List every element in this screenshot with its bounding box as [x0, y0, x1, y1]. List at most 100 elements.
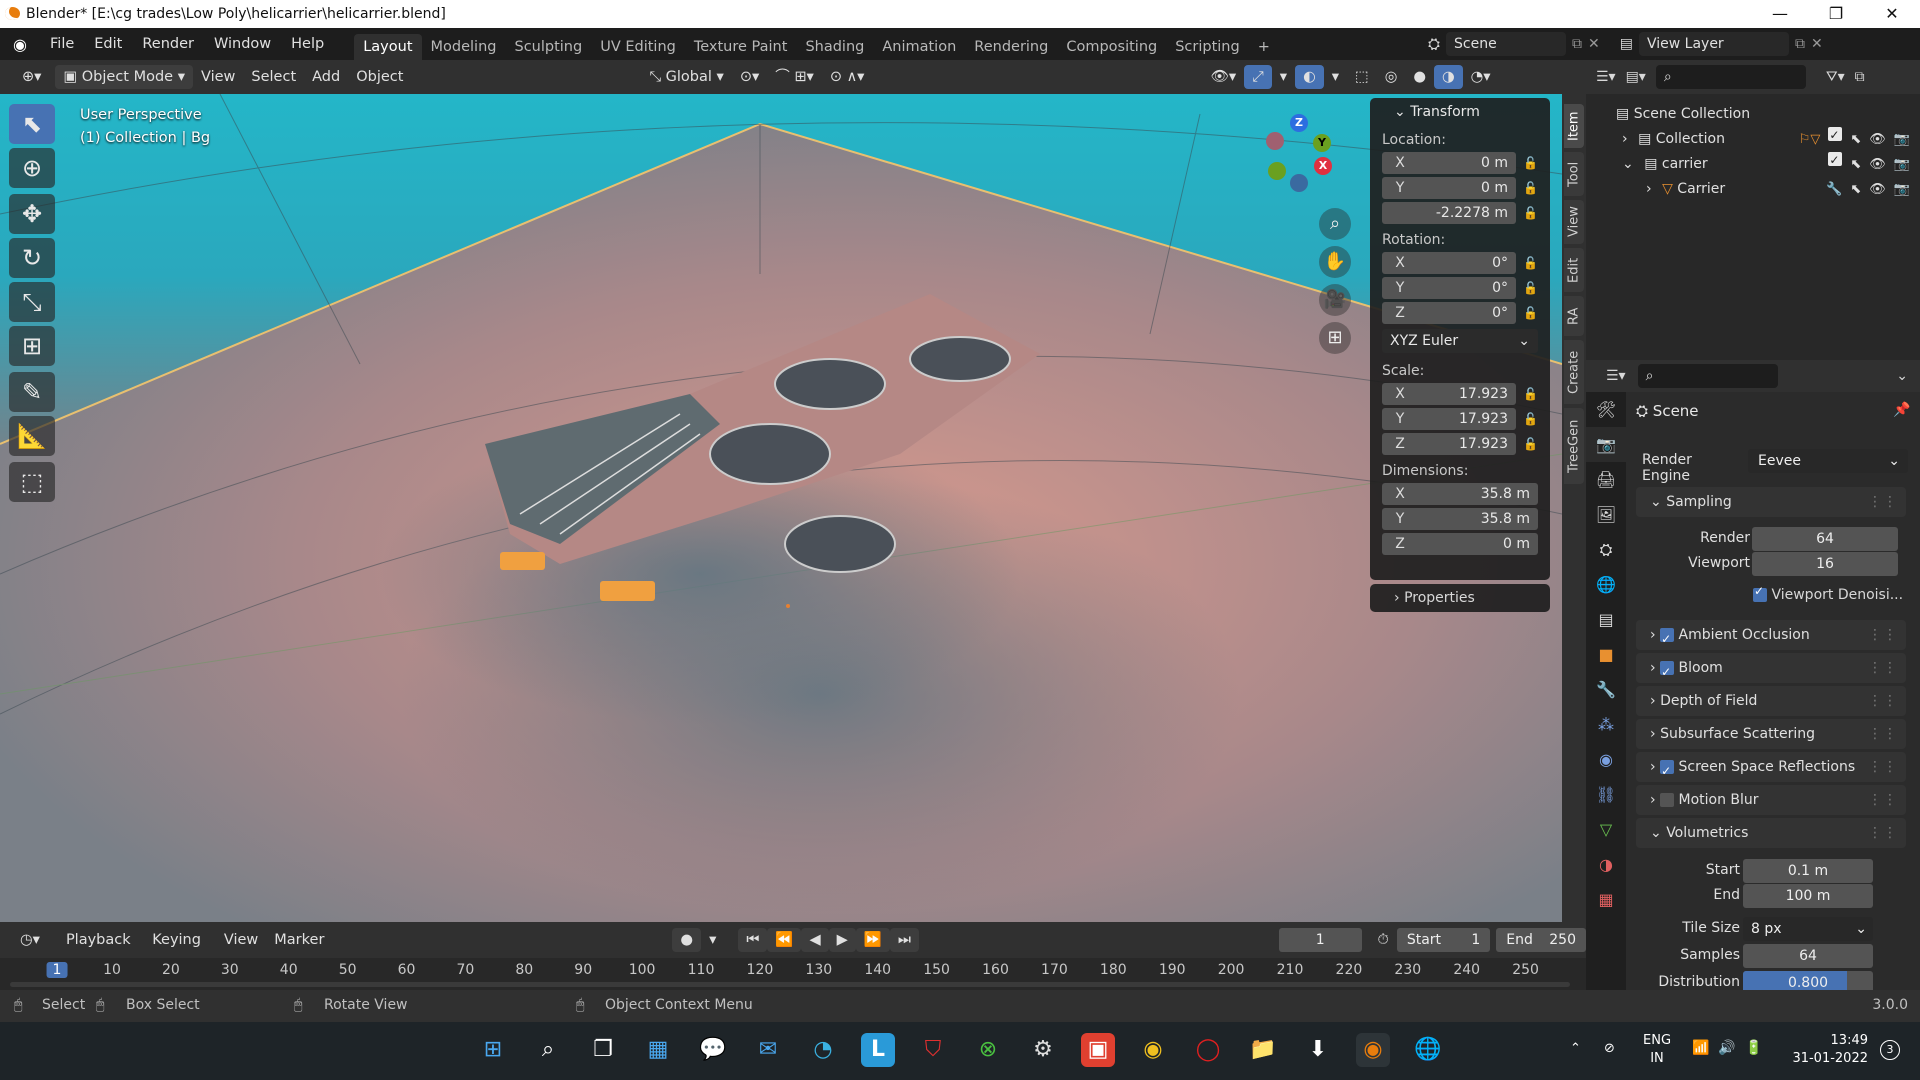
scale-y-field[interactable]: Y 17.923: [1382, 408, 1516, 430]
cursor-tool[interactable]: ⊕: [9, 148, 55, 188]
gizmo-neg-y[interactable]: [1268, 162, 1286, 180]
pivot-icon[interactable]: ⊙▾: [732, 65, 767, 89]
tab-rendering[interactable]: Rendering: [965, 34, 1057, 60]
timer-icon[interactable]: ⏱: [1370, 928, 1397, 952]
downloads-app-icon[interactable]: ⬇: [1301, 1033, 1335, 1067]
search-icon[interactable]: ⌕: [531, 1033, 565, 1067]
tool-tab-icon[interactable]: 🛠: [1586, 392, 1626, 427]
office-icon[interactable]: ▣: [1081, 1033, 1115, 1067]
settings-gear-icon[interactable]: ⚙: [1026, 1033, 1060, 1067]
file-explorer-icon[interactable]: 📁: [1246, 1033, 1280, 1067]
chrome-icon[interactable]: ◉: [1136, 1033, 1170, 1067]
timeline-scrollbar[interactable]: [10, 982, 1570, 987]
bloom-panel[interactable]: › Bloom⋮⋮: [1636, 653, 1906, 687]
vp-menu-view[interactable]: View: [193, 65, 243, 89]
gizmo-toggle-icon[interactable]: ⤢: [1244, 65, 1272, 89]
overlays-menu-icon[interactable]: ▾: [1324, 65, 1347, 89]
lock-icon[interactable]: 🔓: [1516, 437, 1538, 451]
measure-tool[interactable]: 📐: [9, 416, 55, 456]
properties-search-input[interactable]: ⌕: [1637, 364, 1778, 388]
view-layer-tab-icon[interactable]: 🖼: [1586, 497, 1626, 532]
select-arrow-icon[interactable]: ⬉: [1850, 152, 1861, 177]
gizmo-z-axis[interactable]: Z: [1290, 114, 1308, 132]
ortho-toggle-icon[interactable]: ⊞: [1319, 322, 1351, 354]
sidebar-tab-item[interactable]: Item: [1564, 104, 1584, 148]
wifi-icon[interactable]: 📶: [1692, 1040, 1709, 1056]
viewport-samples-field[interactable]: 16: [1752, 552, 1898, 576]
menu-help[interactable]: Help: [281, 28, 334, 60]
tab-animation[interactable]: Animation: [873, 34, 965, 60]
app-globe-icon[interactable]: 🌐: [1411, 1033, 1445, 1067]
navigation-gizmo[interactable]: Z Y X: [1250, 112, 1340, 202]
outliner-row-carrier-object[interactable]: › ▽ Carrier 🔧 ⬉ 👁 📷: [1586, 177, 1920, 202]
rotation-z-field[interactable]: Z 0°: [1382, 302, 1516, 324]
shading-rendered-icon[interactable]: ◔▾: [1463, 65, 1499, 89]
new-scene-icon[interactable]: ⧉: [1572, 36, 1582, 52]
render-samples-field[interactable]: 64: [1752, 527, 1898, 551]
language-indicator[interactable]: ENG IN: [1643, 1032, 1671, 1068]
rotate-tool[interactable]: ↻: [9, 238, 55, 278]
modifier-tab-icon[interactable]: 🔧: [1586, 672, 1626, 707]
add-cube-tool[interactable]: ⬚: [9, 462, 55, 502]
current-frame-marker[interactable]: 1: [46, 962, 68, 978]
prev-keyframe-button[interactable]: ⏪: [767, 928, 802, 952]
world-tab-icon[interactable]: 🌐: [1586, 567, 1626, 602]
jump-start-button[interactable]: ⏮: [738, 928, 768, 952]
zoom-icon[interactable]: ⌕: [1319, 208, 1351, 240]
widgets-icon[interactable]: ▦: [641, 1033, 675, 1067]
vp-menu-object[interactable]: Object: [348, 65, 411, 89]
mode-selector[interactable]: ▣ Object Mode ▾: [55, 65, 193, 89]
render-tab-icon[interactable]: 📷: [1586, 427, 1626, 462]
props-editor-type-icon[interactable]: ☰▾: [1606, 368, 1626, 384]
tab-modeling[interactable]: Modeling: [422, 34, 506, 60]
select-arrow-icon[interactable]: ⬉: [1850, 127, 1861, 152]
start-menu-icon[interactable]: ⊞: [476, 1033, 510, 1067]
ssr-panel[interactable]: › Screen Space Reflections⋮⋮: [1636, 752, 1906, 786]
transform-tool[interactable]: ⊞: [9, 326, 55, 366]
gizmo-x-axis[interactable]: X: [1314, 157, 1332, 175]
dimensions-x-field[interactable]: X 35.8 m: [1382, 483, 1538, 505]
ssr-checkbox[interactable]: [1660, 756, 1675, 786]
lock-icon[interactable]: 🔓: [1516, 281, 1538, 295]
mail-icon[interactable]: ✉: [751, 1033, 785, 1067]
sidebar-tab-ra[interactable]: RA: [1564, 296, 1584, 336]
camera-view-icon[interactable]: 🎥: [1319, 284, 1351, 316]
close-button[interactable]: ✕: [1864, 0, 1920, 28]
expand-arrow-icon[interactable]: ›: [1622, 131, 1628, 147]
tab-uv-editing[interactable]: UV Editing: [591, 34, 685, 60]
overlays-icon[interactable]: ◐: [1295, 65, 1324, 89]
clock[interactable]: 13:49 31-01-2022: [1788, 1032, 1868, 1068]
scene-selector[interactable]: Scene: [1446, 32, 1567, 56]
new-view-layer-icon[interactable]: ⧉: [1795, 36, 1805, 52]
xbox-icon[interactable]: ⊗: [971, 1033, 1005, 1067]
tab-texture-paint[interactable]: Texture Paint: [685, 34, 797, 60]
3d-viewport[interactable]: User Perspective (1) Collection | Bg ⬉ ⊕…: [0, 94, 1562, 922]
teams-chat-icon[interactable]: 💬: [696, 1033, 730, 1067]
texture-tab-icon[interactable]: ▦: [1586, 882, 1626, 917]
lock-icon[interactable]: 🔓: [1516, 306, 1538, 320]
scale-x-field[interactable]: X 17.923: [1382, 383, 1516, 405]
transform-header[interactable]: ⌄ Transform: [1370, 98, 1550, 126]
add-workspace-button[interactable]: +: [1249, 34, 1279, 60]
tray-network-icon[interactable]: ⊘: [1604, 1041, 1615, 1056]
move-tool[interactable]: ✥: [9, 194, 55, 234]
view-layer-selector[interactable]: View Layer: [1638, 32, 1789, 56]
outliner-search-input[interactable]: ⌕: [1655, 65, 1806, 89]
properties-panel-header[interactable]: › Properties: [1370, 584, 1550, 612]
vol-end-field[interactable]: 100 m: [1743, 884, 1873, 908]
notification-badge[interactable]: 3: [1880, 1040, 1900, 1060]
pan-hand-icon[interactable]: ✋: [1319, 246, 1351, 278]
battery-icon[interactable]: 🔋: [1745, 1040, 1762, 1056]
viewport-denoise-checkbox[interactable]: Viewport Denoisi...: [1753, 584, 1903, 603]
rotation-y-field[interactable]: Y 0°: [1382, 277, 1516, 299]
tile-size-dropdown[interactable]: 8 px ⌄: [1743, 917, 1873, 941]
lock-icon[interactable]: 🔓: [1516, 181, 1538, 195]
collection-tab-icon[interactable]: ▤: [1586, 602, 1626, 637]
tray-chevron-icon[interactable]: ⌃: [1570, 1041, 1581, 1056]
eye-icon[interactable]: 👁: [1869, 152, 1886, 177]
physics-tab-icon[interactable]: ◉: [1586, 742, 1626, 777]
vol-start-field[interactable]: 0.1 m: [1743, 859, 1873, 883]
exclude-checkbox[interactable]: [1828, 123, 1843, 148]
dimensions-y-field[interactable]: Y 35.8 m: [1382, 508, 1538, 530]
maximize-button[interactable]: ❐: [1808, 0, 1864, 28]
